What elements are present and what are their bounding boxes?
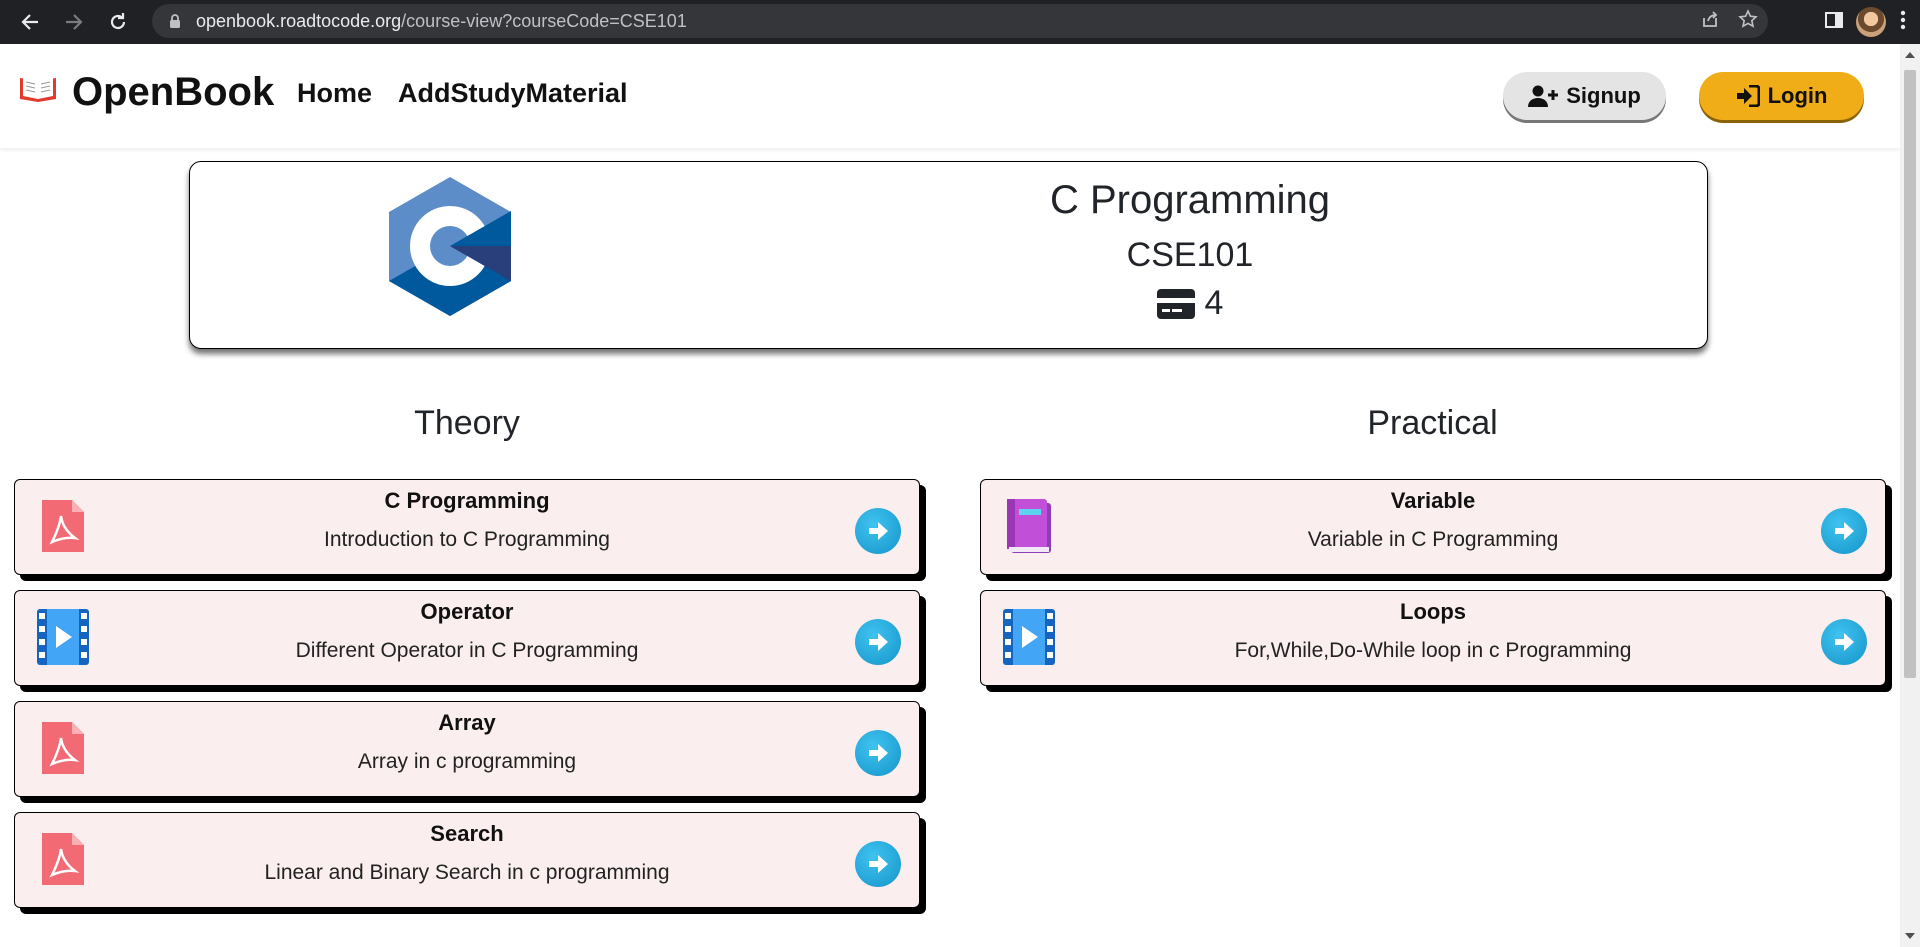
scroll-up-arrow-icon[interactable] [1905,52,1915,58]
course-credits: 4 [950,284,1430,323]
theory-material-item[interactable]: C Programming Introduction to C Programm… [14,479,920,575]
credit-card-icon [1156,288,1195,319]
arrow-right-circle-icon[interactable] [855,730,901,776]
item-description: Variable in C Programming [1307,528,1559,551]
item-description: For,While,Do-While loop in c Programming [1234,639,1632,662]
scrollbar-thumb[interactable] [1904,70,1916,678]
site-navbar: OpenBook Home AddStudyMaterial Signup Lo… [0,44,1900,148]
theory-material-item[interactable]: Search Linear and Binary Search in c pro… [14,812,920,908]
brand-name: OpenBook [72,70,275,114]
user-plus-icon [1528,85,1559,107]
profile-avatar[interactable] [1856,7,1886,37]
arrow-right-circle-icon[interactable] [855,508,901,554]
item-description: Array in c programming [357,750,577,773]
url-text[interactable]: openbook.roadtocode.org/course-view?cour… [196,11,687,32]
forward-icon[interactable] [54,2,94,42]
url-path: /course-view?courseCode=CSE101 [401,10,687,31]
address-bar[interactable]: openbook.roadtocode.org/course-view?cour… [152,4,1768,38]
sign-in-icon [1736,85,1760,107]
browser-toolbar: openbook.roadtocode.org/course-view?cour… [0,0,1920,44]
item-title: Array [438,710,496,735]
theory-heading: Theory [414,404,520,442]
login-label: Login [1767,83,1828,108]
bookmark-star-icon[interactable] [1738,9,1758,33]
side-panel-icon[interactable] [1824,10,1844,34]
open-book-icon [18,72,58,113]
arrow-right-circle-icon[interactable] [855,841,901,887]
arrow-right-circle-icon[interactable] [855,619,901,665]
practical-material-item[interactable]: Variable Variable in C Programming [980,479,1886,575]
signup-label: Signup [1566,83,1641,108]
menu-kebab-icon[interactable] [1900,10,1906,34]
c-language-logo-icon [385,175,515,321]
item-description: Introduction to C Programming [324,528,610,551]
reload-icon[interactable] [98,2,138,42]
login-button[interactable]: Login [1699,72,1864,120]
url-host: openbook.roadtocode.org [196,10,402,31]
theory-material-item[interactable]: Operator Different Operator in C Program… [14,590,920,686]
item-description: Linear and Binary Search in c programmin… [264,861,670,884]
practical-material-item[interactable]: Loops For,While,Do-While loop in c Progr… [980,590,1886,686]
item-title: C Programming [384,488,550,513]
item-title: Search [430,821,504,846]
arrow-right-circle-icon[interactable] [1821,619,1867,665]
item-title: Operator [420,599,514,624]
practical-heading: Practical [1367,404,1498,442]
course-header-card: C Programming CSE101 4 [189,161,1708,349]
brand-logo[interactable]: OpenBook [18,70,274,115]
item-title: Variable [1390,488,1476,513]
item-description: Different Operator in C Programming [295,639,639,662]
nav-link-home[interactable]: Home [297,78,372,109]
credits-value: 4 [1204,284,1224,322]
item-title: Loops [1400,599,1466,624]
page-scrollbar[interactable] [1900,44,1920,947]
theory-material-item[interactable]: Array Array in c programming [14,701,920,797]
course-title: C Programming [1049,178,1331,222]
signup-button[interactable]: Signup [1503,72,1666,120]
back-icon[interactable] [10,2,50,42]
scroll-down-arrow-icon[interactable] [1905,933,1915,939]
arrow-right-circle-icon[interactable] [1821,508,1867,554]
course-code: CSE101 [1126,236,1254,274]
lock-icon[interactable] [168,12,182,30]
share-icon[interactable] [1700,9,1720,33]
nav-link-add-study-material[interactable]: AddStudyMaterial [398,78,628,109]
